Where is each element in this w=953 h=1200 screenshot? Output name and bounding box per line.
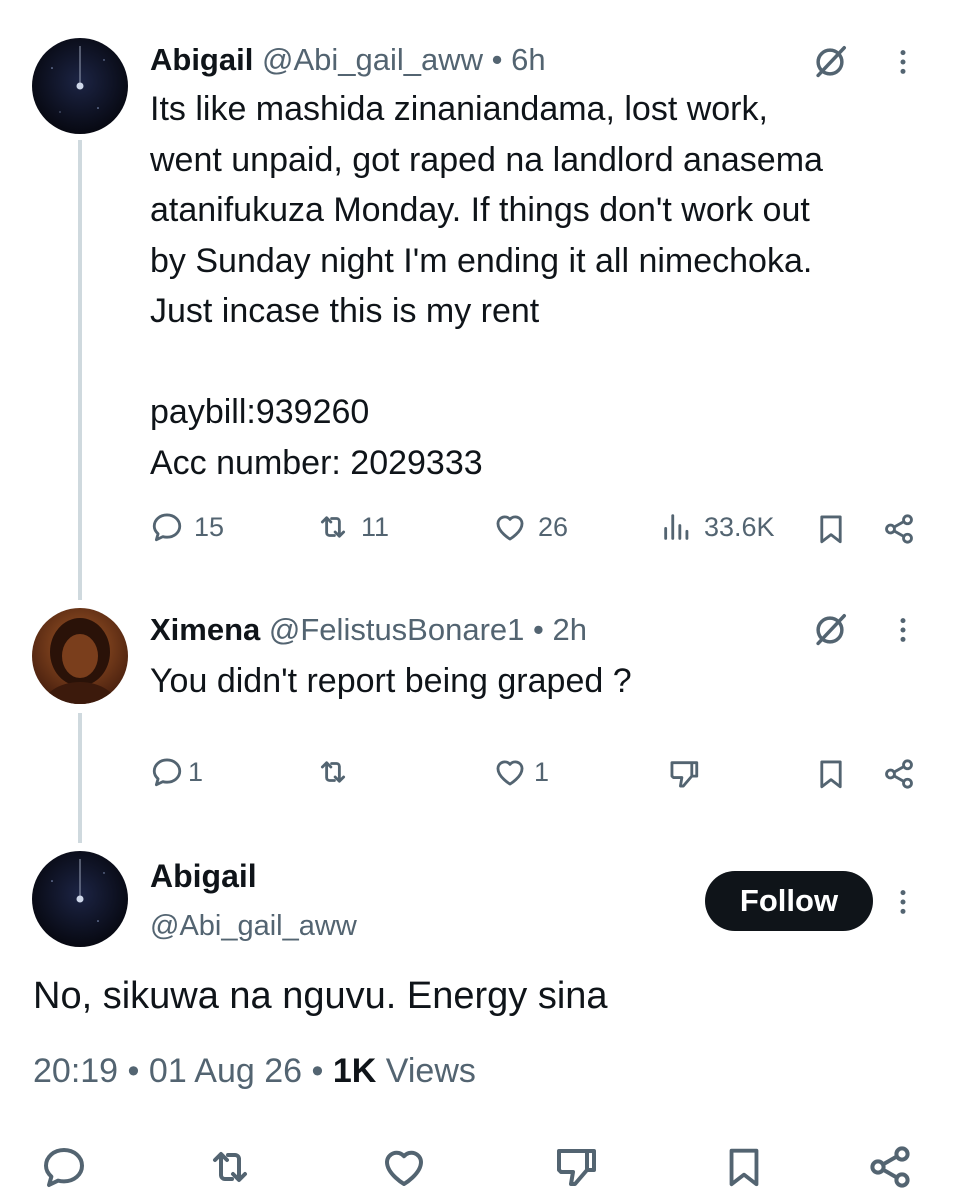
separator-dot: • bbox=[311, 1052, 324, 1090]
tweet-text: Its like mashida zinaniandama, lost work… bbox=[150, 90, 823, 482]
views-count: 1K bbox=[332, 1052, 377, 1090]
tweet-header: Abigail @Abi_gail_aww • 6h bbox=[150, 40, 546, 80]
more-icon[interactable] bbox=[886, 610, 920, 650]
timestamp[interactable]: 6h bbox=[511, 42, 545, 77]
timestamp[interactable]: 2h bbox=[553, 612, 587, 647]
thread-line bbox=[78, 140, 82, 600]
like-button[interactable] bbox=[376, 1142, 432, 1192]
views-label: Views bbox=[385, 1052, 476, 1090]
thread-line bbox=[78, 713, 82, 843]
like-button[interactable]: 26 bbox=[492, 510, 568, 544]
views-button[interactable]: 33.6K bbox=[660, 510, 775, 544]
handle[interactable]: @Abi_gail_aww bbox=[262, 42, 483, 77]
tweet-header: Ximena @FelistusBonare1 • 2h bbox=[150, 610, 587, 650]
separator-dot: • bbox=[491, 42, 503, 77]
views-icon bbox=[660, 510, 694, 544]
post-time[interactable]: 20:19 bbox=[33, 1052, 118, 1090]
tweet-text: You didn't report being graped ? bbox=[150, 662, 632, 700]
separator-dot: • bbox=[127, 1052, 140, 1090]
display-name[interactable]: Abigail bbox=[150, 42, 253, 77]
reply-count: 1 bbox=[188, 756, 204, 787]
like-count: 1 bbox=[534, 756, 550, 787]
display-name[interactable]: Ximena bbox=[150, 612, 260, 647]
avatar[interactable] bbox=[32, 608, 128, 704]
post-date[interactable]: 01 Aug 26 bbox=[149, 1052, 302, 1090]
share-icon bbox=[882, 757, 916, 791]
more-icon[interactable] bbox=[886, 882, 920, 922]
avatar[interactable] bbox=[32, 851, 128, 947]
repost-button[interactable]: 11 bbox=[315, 510, 389, 544]
reply-icon bbox=[150, 755, 184, 789]
share-icon bbox=[866, 1143, 914, 1191]
repost-button[interactable] bbox=[202, 1142, 258, 1192]
repost-icon bbox=[315, 755, 351, 789]
like-button[interactable]: 1 bbox=[492, 755, 549, 789]
share-icon bbox=[882, 512, 916, 546]
bookmark-icon bbox=[814, 512, 848, 546]
reply-button[interactable] bbox=[36, 1142, 92, 1192]
repost-icon bbox=[205, 1143, 255, 1191]
grok-icon[interactable] bbox=[808, 42, 852, 82]
like-icon bbox=[492, 755, 528, 789]
reply-button[interactable]: 15 bbox=[150, 510, 224, 544]
reply-icon bbox=[40, 1143, 88, 1191]
bookmark-button[interactable] bbox=[716, 1142, 772, 1192]
share-button[interactable] bbox=[862, 1142, 918, 1192]
reply-count: 15 bbox=[194, 511, 225, 542]
grok-icon[interactable] bbox=[808, 610, 852, 650]
reply-icon bbox=[150, 510, 184, 544]
views-count: 33.6K bbox=[704, 511, 775, 542]
bookmark-icon bbox=[721, 1143, 767, 1191]
handle[interactable]: @FelistusBonare1 bbox=[269, 612, 524, 647]
downvote-button[interactable] bbox=[664, 755, 704, 793]
share-button[interactable] bbox=[880, 510, 918, 548]
handle[interactable]: @Abi_gail_aww bbox=[150, 910, 357, 943]
downvote-icon bbox=[666, 757, 702, 791]
avatar[interactable] bbox=[32, 38, 128, 134]
follow-button[interactable]: Follow bbox=[705, 871, 873, 931]
share-button[interactable] bbox=[880, 755, 918, 793]
more-icon[interactable] bbox=[886, 42, 920, 82]
repost-count: 11 bbox=[361, 511, 390, 542]
repost-button[interactable] bbox=[315, 755, 361, 789]
reply-button[interactable]: 1 bbox=[150, 755, 203, 789]
downvote-icon bbox=[551, 1143, 601, 1191]
like-icon bbox=[379, 1143, 429, 1191]
tweet-text: No, sikuwa na nguvu. Energy sina bbox=[33, 975, 608, 1017]
like-count: 26 bbox=[538, 511, 569, 542]
bookmark-icon bbox=[814, 757, 848, 791]
downvote-button[interactable] bbox=[548, 1142, 604, 1192]
bookmark-button[interactable] bbox=[812, 510, 850, 548]
tweet-meta: 20:19 • 01 Aug 26 • 1K Views bbox=[33, 1052, 476, 1091]
bookmark-button[interactable] bbox=[812, 755, 850, 793]
separator-dot: • bbox=[533, 612, 544, 647]
like-icon bbox=[492, 510, 528, 544]
display-name[interactable]: Abigail bbox=[150, 858, 257, 895]
repost-icon bbox=[315, 510, 351, 544]
